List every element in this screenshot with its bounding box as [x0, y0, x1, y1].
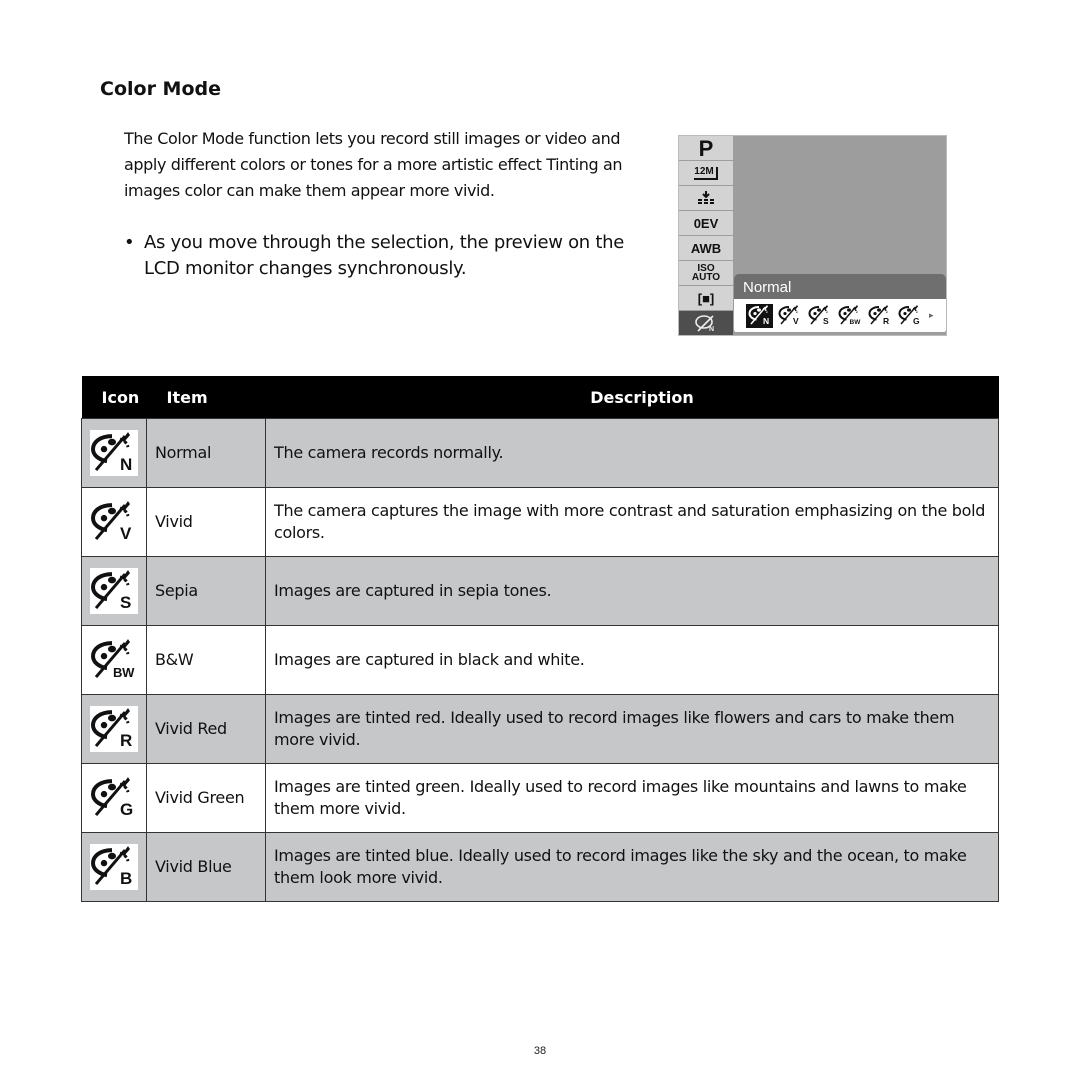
svg-text:R: R [883, 316, 889, 326]
svg-text:V: V [120, 524, 132, 543]
table-row: S Sepia Images are captured in sepia ton… [81, 556, 999, 626]
description-cell: Images are tinted blue. Ideally used to … [265, 832, 999, 902]
description-cell: Images are tinted red. Ideally used to r… [265, 694, 999, 764]
table-row: B Vivid Blue Images are tinted blue. Ide… [81, 832, 999, 902]
svg-text:V: V [793, 316, 799, 326]
color-mode-v-icon: V [90, 499, 138, 545]
color-mode-option-r-icon[interactable]: R [866, 304, 893, 328]
white-balance-icon: AWB [679, 236, 733, 260]
color-mode-r-icon: R [90, 706, 138, 752]
svg-text:S: S [823, 316, 829, 326]
color-mode-g-icon: G [90, 775, 138, 821]
section-title: Color Mode [100, 78, 221, 100]
table-row: BW B&W Images are captured in black and … [81, 625, 999, 695]
lcd-side-menu: P 12M 0EV AWB ISO AUTO [■] N [679, 136, 733, 336]
iso-value: AUTO [691, 272, 721, 283]
svg-text:R: R [120, 731, 132, 750]
svg-text:G: G [913, 316, 920, 326]
icon-cell: G [81, 763, 147, 833]
page-number: 38 [533, 1045, 547, 1057]
header-item: Item [146, 376, 266, 419]
color-mode-panel: Normal N V S BW R G ▸ [734, 274, 946, 334]
svg-text:S: S [120, 593, 131, 612]
svg-text:G: G [120, 800, 133, 819]
item-cell: Normal [146, 418, 266, 488]
program-mode-icon: P [679, 136, 733, 160]
description-cell: The camera captures the image with more … [265, 487, 999, 557]
color-mode-option-g-icon[interactable]: G [896, 304, 923, 328]
item-cell: Vivid Blue [146, 832, 266, 902]
bullet-dot: • [124, 232, 135, 253]
color-mode-b-icon: B [90, 844, 138, 890]
header-icon: Icon [81, 376, 147, 419]
lcd-preview: P 12M 0EV AWB ISO AUTO [■] N Normal N V [678, 135, 947, 336]
item-cell: Vivid Green [146, 763, 266, 833]
header-description: Description [265, 376, 999, 419]
table-row: R Vivid Red Images are tinted red. Ideal… [81, 694, 999, 764]
color-mode-bw-icon: BW [90, 637, 138, 683]
svg-text:N: N [120, 455, 132, 474]
color-mode-option-n-icon[interactable]: N [746, 303, 773, 328]
intro-paragraph: The Color Mode function lets you record … [124, 129, 623, 200]
table-header: Icon Item Description [81, 376, 999, 419]
icon-cell: N [81, 418, 147, 488]
color-mode-option-bw-icon[interactable]: BW [836, 304, 863, 328]
description-cell: Images are tinted green. Ideally used to… [265, 763, 999, 833]
more-options-arrow-icon[interactable]: ▸ [929, 311, 934, 321]
quality-icon [679, 186, 733, 210]
description-cell: Images are captured in black and white. [265, 625, 999, 695]
icon-cell: S [81, 556, 147, 626]
item-cell: B&W [146, 625, 266, 695]
color-mode-option-s-icon[interactable]: S [806, 304, 833, 328]
color-mode-n-icon: N [90, 430, 138, 476]
description-cell: The camera records normally. [265, 418, 999, 488]
color-mode-options: N V S BW R G ▸ [734, 299, 946, 332]
table-row: V Vivid The camera captures the image wi… [81, 487, 999, 557]
table-row: N Normal The camera records normally. [81, 418, 999, 488]
svg-text:BW: BW [849, 319, 861, 326]
metering-icon: [■] [679, 286, 733, 310]
icon-cell: B [81, 832, 147, 902]
selected-mode-label: Normal [734, 274, 946, 299]
color-mode-option-v-icon[interactable]: V [776, 304, 803, 328]
description-cell: Images are captured in sepia tones. [265, 556, 999, 626]
item-cell: Vivid [146, 487, 266, 557]
bullet-text: As you move through the selection, the p… [144, 232, 624, 279]
color-mode-icon: N [679, 311, 733, 335]
color-mode-s-icon: S [90, 568, 138, 614]
icon-cell: R [81, 694, 147, 764]
item-cell: Sepia [146, 556, 266, 626]
table-row: G Vivid Green Images are tinted green. I… [81, 763, 999, 833]
svg-text:N: N [709, 326, 714, 332]
svg-text:BW: BW [113, 665, 135, 680]
bullet-item: • As you move through the selection, the… [124, 230, 644, 282]
resolution-label: 12M [694, 166, 718, 180]
item-cell: Vivid Red [146, 694, 266, 764]
icon-cell: V [81, 487, 147, 557]
resolution-icon: 12M [679, 161, 733, 185]
color-mode-table: Icon Item Description N Normal The camer… [81, 376, 999, 902]
svg-text:N: N [763, 316, 769, 326]
iso-icon: ISO AUTO [679, 261, 733, 285]
svg-text:B: B [120, 869, 132, 888]
exposure-icon: 0EV [679, 211, 733, 235]
icon-cell: BW [81, 625, 147, 695]
